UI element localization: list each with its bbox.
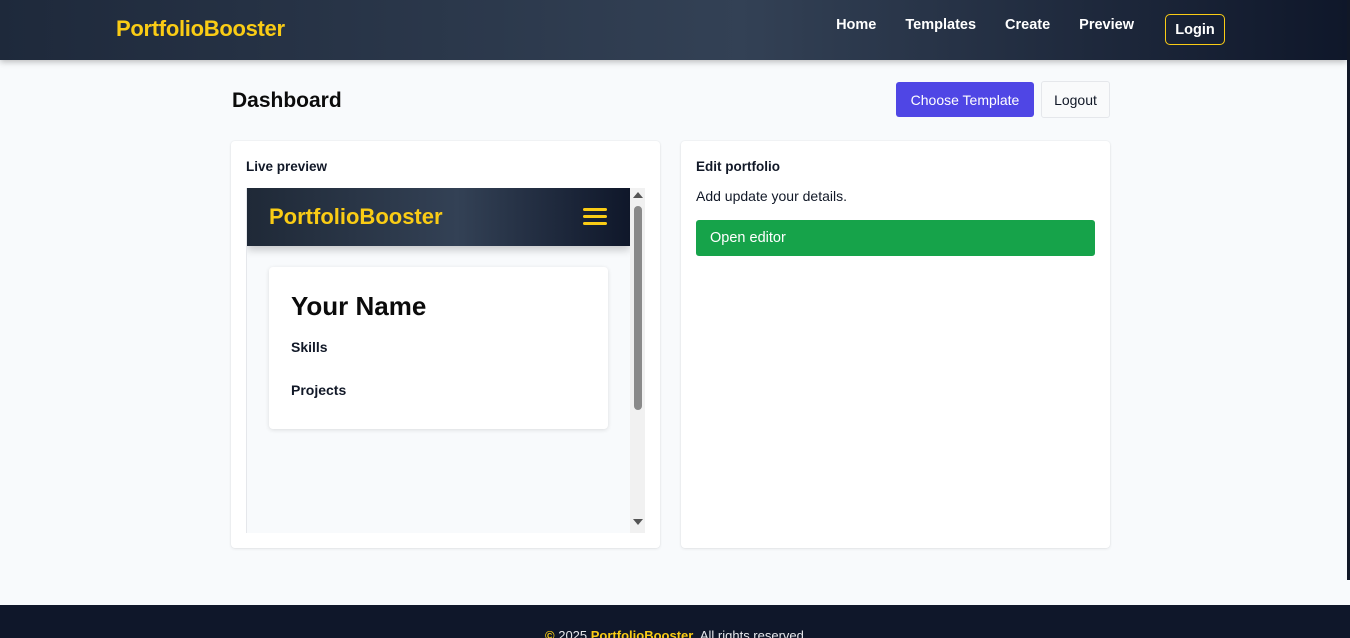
footer-text: © 2025 PortfolioBooster. All rights rese… xyxy=(545,628,804,638)
preview-brand: PortfolioBooster xyxy=(269,204,443,229)
edit-portfolio-description: Add update your details. xyxy=(696,188,847,204)
logout-button[interactable]: Logout xyxy=(1041,81,1110,118)
footer-year: 2025 xyxy=(558,628,588,638)
live-preview-card: Live preview PortfolioBooster Your Name … xyxy=(231,141,660,548)
preview-projects-heading: Projects xyxy=(291,382,347,398)
top-navbar: PortfolioBooster Home Templates Create P… xyxy=(0,0,1347,60)
preview-navbar: PortfolioBooster xyxy=(247,188,630,246)
choose-template-button[interactable]: Choose Template xyxy=(896,82,1034,117)
nav-link-preview[interactable]: Preview xyxy=(1079,17,1134,33)
preview-profile-card: Your Name Skills Projects xyxy=(269,267,608,429)
edit-portfolio-title: Edit portfolio xyxy=(696,159,780,174)
footer: © 2025 PortfolioBooster. All rights rese… xyxy=(0,605,1350,638)
footer-brand[interactable]: PortfolioBooster xyxy=(591,628,694,638)
login-button[interactable]: Login xyxy=(1165,14,1225,45)
nav-links: Home Templates Create Preview xyxy=(836,17,1134,33)
nav-link-templates[interactable]: Templates xyxy=(905,17,976,33)
edit-portfolio-card: Edit portfolio Add update your details. … xyxy=(681,141,1110,548)
brand-logo[interactable]: PortfolioBooster xyxy=(116,16,285,42)
preview-name: Your Name xyxy=(291,291,427,321)
hamburger-icon[interactable] xyxy=(583,208,607,226)
preview-skills-heading: Skills xyxy=(291,339,328,355)
copyright-icon: © xyxy=(545,628,555,638)
page-title: Dashboard xyxy=(232,89,342,112)
scrollbar-thumb[interactable] xyxy=(634,206,642,410)
scroll-down-arrow-icon[interactable] xyxy=(633,519,643,525)
preview-frame[interactable]: PortfolioBooster Your Name Skills Projec… xyxy=(246,188,645,533)
preview-scrollbar[interactable] xyxy=(630,188,645,533)
footer-rights: All rights reserved xyxy=(699,628,804,638)
scroll-up-arrow-icon[interactable] xyxy=(633,192,643,198)
nav-link-create[interactable]: Create xyxy=(1005,17,1050,33)
open-editor-button[interactable]: Open editor xyxy=(696,220,1095,256)
live-preview-title: Live preview xyxy=(246,159,328,174)
nav-link-home[interactable]: Home xyxy=(836,17,876,33)
